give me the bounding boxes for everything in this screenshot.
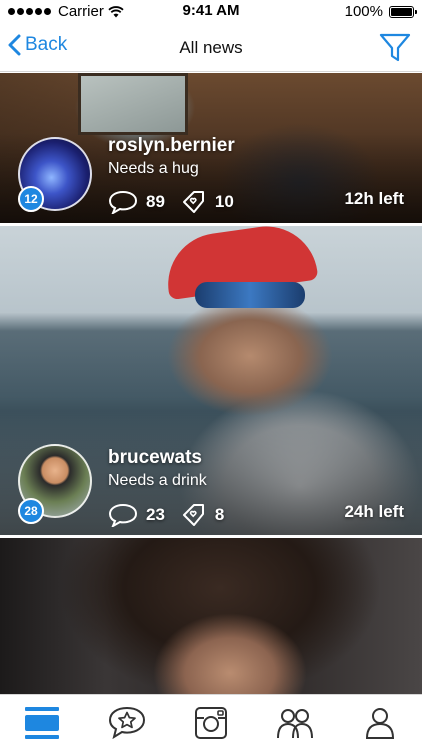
likes-button[interactable]: 8 [181,502,224,528]
sunglasses [195,282,305,308]
tab-favorites[interactable] [104,703,150,743]
status-text: Needs a drink [108,472,207,489]
profile-icon [365,707,394,739]
comment-bubble-icon [108,503,138,527]
heart-tag-icon [182,191,204,213]
card-map-image [78,73,188,135]
status-bar: Carrier 9:41 AM 100% [0,0,422,22]
level-badge: 12 [18,186,44,212]
news-card[interactable] [0,538,422,694]
username[interactable]: roslyn.bernier [108,135,235,157]
heart-tag-icon [182,504,204,526]
feed-icon [25,706,60,739]
news-card[interactable]: 12 roslyn.bernier Needs a hug 89 10 12h … [0,73,422,223]
card-background-image [0,538,422,694]
tab-profile[interactable] [357,703,403,743]
time-left: 12h left [344,189,404,208]
card-stats: 23 8 [108,502,240,528]
likes-count: 10 [214,192,234,211]
tab-feed[interactable] [19,703,65,743]
level-badge: 28 [18,498,44,524]
card-stats: 89 10 [108,189,250,215]
likes-count: 8 [214,505,225,524]
tab-bar [0,694,422,750]
news-card[interactable]: 28 brucewats Needs a drink 23 8 24h left [0,226,422,535]
likes-button[interactable]: 10 [181,189,234,215]
comments-count: 89 [146,192,165,211]
comments-count: 23 [146,505,165,524]
battery-icon [389,5,417,18]
instagram-icon [194,706,227,739]
page-title: All news [179,38,243,57]
filter-icon[interactable] [378,30,412,64]
status-right: 100% [344,3,417,20]
comments-button[interactable]: 23 [108,503,165,527]
tab-instagram[interactable] [188,703,234,743]
battery-percent: 100% [344,3,383,20]
comments-button[interactable]: 89 [108,190,165,214]
username[interactable]: brucewats [108,447,202,469]
friends-icon [277,708,314,738]
star-speech-icon [108,706,145,739]
status-text: Needs a hug [108,160,199,177]
tab-friends[interactable] [272,703,318,743]
time-left: 24h left [344,502,404,521]
comment-bubble-icon [108,190,138,214]
navigation-bar: Back All news [0,22,422,72]
